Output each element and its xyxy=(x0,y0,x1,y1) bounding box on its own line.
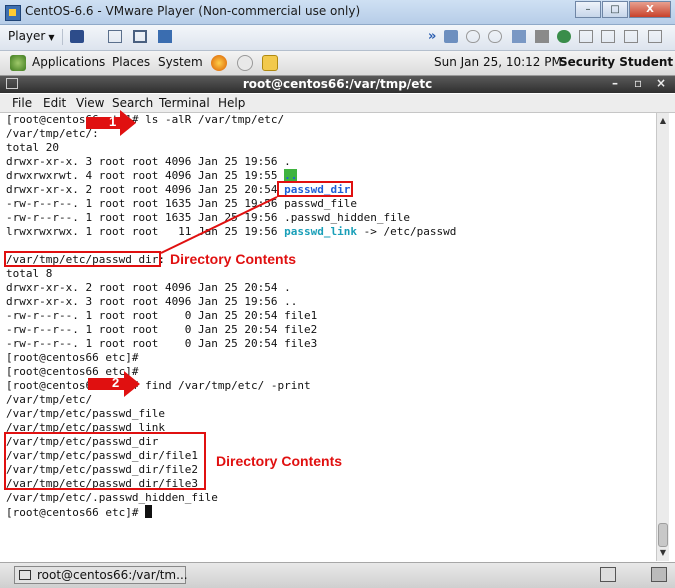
directory-contents-label-bottom: Directory Contents xyxy=(216,453,343,469)
connector-line xyxy=(160,196,278,254)
step-1-label: 1 xyxy=(109,114,117,129)
workspace-switcher-icon[interactable] xyxy=(651,567,667,582)
terminal-icon xyxy=(19,570,31,580)
directory-contents-label-top: Directory Contents xyxy=(170,251,297,267)
show-desktop-icon[interactable] xyxy=(600,567,616,582)
taskbar-terminal-item[interactable]: root@centos66:/var/tm... xyxy=(14,566,188,584)
gnome-bottom-panel: root@centos66:/var/tm... xyxy=(0,562,675,588)
annotation-overlay xyxy=(86,110,278,397)
step-2-label: 2 xyxy=(112,375,120,390)
taskbar-item-label: root@centos66:/var/tm... xyxy=(37,568,188,582)
